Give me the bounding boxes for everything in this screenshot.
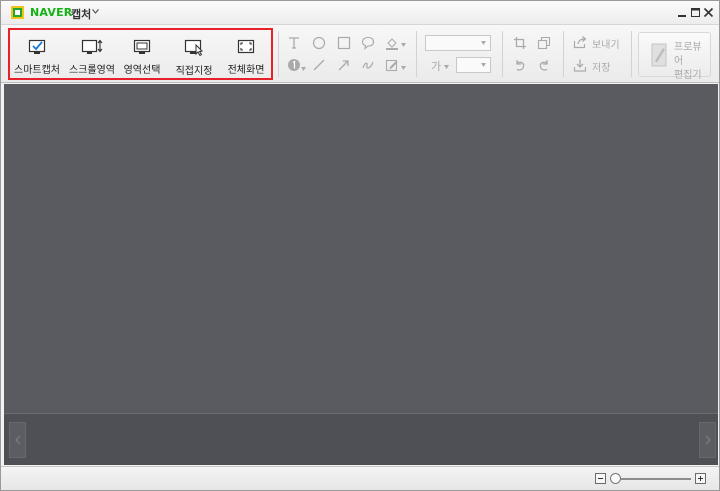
region-select-button[interactable]: 영역선택	[116, 35, 168, 79]
rectangle-tool[interactable]	[337, 36, 355, 54]
minimize-icon[interactable]	[677, 7, 688, 18]
font-style-indicator[interactable]: 가	[431, 58, 441, 74]
toolbar-separator	[631, 31, 632, 77]
share-icon	[573, 36, 587, 49]
proviewer-label-line2: 편집기	[674, 70, 702, 81]
font-family-select[interactable]	[425, 35, 491, 51]
freehand-tool[interactable]	[361, 58, 379, 76]
capture-mode-group: 스마트캡처 스크롤영역 영역선택 직접지정 전체화면	[8, 28, 273, 80]
direct-select-button[interactable]: 직접지정	[168, 35, 220, 79]
chevron-left-icon	[14, 435, 20, 445]
circle-icon	[312, 36, 326, 50]
direct-select-label: 직접지정	[175, 66, 213, 77]
send-button[interactable]: 보내기	[573, 34, 629, 52]
chevron-down-icon[interactable]	[401, 43, 406, 47]
undo-button[interactable]	[513, 58, 531, 76]
brand-name: NAVER	[30, 6, 73, 19]
font-size-select[interactable]	[456, 57, 491, 73]
text-icon	[289, 37, 299, 49]
download-icon	[573, 59, 587, 72]
region-select-label: 영역선택	[123, 65, 161, 76]
chevron-down-icon[interactable]	[301, 67, 306, 71]
naver-capture-logo-icon	[11, 6, 24, 19]
app-title: 캡처	[71, 8, 92, 21]
proviewer-icon	[651, 43, 667, 67]
arrow-icon	[338, 60, 349, 71]
paint-bucket-icon	[386, 38, 398, 50]
app-window: NAVER 캡처 스마트캡처 스크롤영역 영역선택 직접지정 전체화면 가 보내…	[0, 0, 720, 491]
chevron-down-icon[interactable]	[401, 66, 406, 70]
scroll-area-label: 스크롤영역	[69, 65, 115, 76]
undo-icon	[516, 60, 525, 71]
region-select-icon	[133, 39, 151, 54]
chevron-down-icon	[481, 41, 486, 45]
copy-icon	[537, 36, 551, 50]
scroll-area-button[interactable]: 스크롤영역	[66, 35, 118, 79]
redo-icon	[539, 60, 548, 71]
toolbar-separator	[278, 31, 279, 77]
smart-capture-label: 스마트캡처	[14, 65, 60, 76]
send-label: 보내기	[592, 40, 620, 51]
direct-select-icon	[184, 39, 204, 56]
text-tool[interactable]	[287, 36, 305, 54]
rectangle-icon	[337, 36, 351, 50]
proviewer-label: 프로뷰어 편집기	[674, 41, 710, 83]
toolbar: 스마트캡처 스크롤영역 영역선택 직접지정 전체화면 가 보내기 저장 프로뷰어…	[1, 25, 719, 83]
title-bar[interactable]: NAVER 캡처	[1, 1, 719, 25]
proviewer-label-line1: 프로뷰어	[674, 42, 702, 67]
fullscreen-capture-button[interactable]: 전체화면	[220, 35, 272, 79]
zoom-in-button[interactable]	[695, 473, 706, 484]
smart-capture-button[interactable]: 스마트캡처	[11, 35, 63, 79]
chevron-down-icon	[481, 63, 486, 67]
zoom-slider-track[interactable]	[611, 478, 691, 480]
smart-capture-icon	[28, 39, 46, 54]
thumbnail-strip	[4, 413, 718, 465]
previous-thumbnail-button[interactable]	[9, 422, 26, 458]
line-icon	[313, 59, 325, 71]
chevron-down-icon[interactable]	[444, 65, 449, 69]
proviewer-editor-button[interactable]: 프로뷰어 편집기	[638, 32, 711, 81]
number-stamp-icon	[288, 59, 300, 71]
toolbar-separator	[416, 31, 417, 77]
copy-tool[interactable]	[537, 36, 555, 54]
redo-button[interactable]	[537, 58, 555, 76]
save-label: 저장	[592, 63, 611, 74]
pencil-icon	[385, 59, 398, 72]
save-button[interactable]: 저장	[573, 57, 629, 75]
speech-bubble-tool[interactable]	[361, 36, 379, 54]
fullscreen-icon	[237, 39, 255, 54]
next-thumbnail-button[interactable]	[699, 422, 716, 458]
toolbar-separator	[502, 31, 503, 77]
speech-bubble-icon	[361, 36, 375, 50]
status-bar	[1, 466, 719, 490]
scroll-area-icon	[81, 39, 103, 54]
fullscreen-label: 전체화면	[227, 65, 265, 76]
arrow-tool[interactable]	[337, 58, 355, 76]
line-tool[interactable]	[312, 58, 330, 76]
zoom-out-button[interactable]	[595, 473, 606, 484]
capture-canvas[interactable]	[4, 84, 718, 413]
crop-tool[interactable]	[513, 36, 531, 54]
ellipse-tool[interactable]	[312, 36, 330, 54]
maximize-icon[interactable]	[690, 7, 701, 18]
zoom-slider-thumb[interactable]	[610, 473, 621, 484]
chevron-down-icon[interactable]	[92, 9, 99, 14]
freehand-icon	[362, 61, 374, 69]
close-icon[interactable]	[703, 7, 714, 18]
crop-icon	[514, 37, 526, 49]
toolbar-separator	[563, 31, 564, 77]
chevron-right-icon	[705, 435, 711, 445]
